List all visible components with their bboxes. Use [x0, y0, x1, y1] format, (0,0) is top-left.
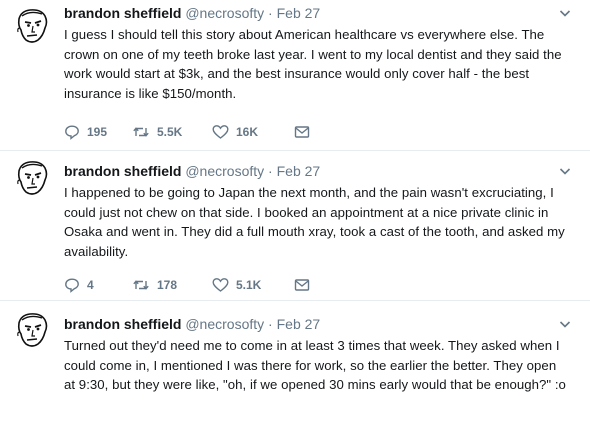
retweet-icon [133, 280, 149, 290]
retweet-button[interactable]: 5.5K [132, 124, 212, 140]
tweet[interactable]: brandon sheffield @necrosofty · Feb 27 I… [0, 150, 590, 301]
chevron-down-icon[interactable] [558, 317, 572, 331]
avatar[interactable] [12, 6, 52, 46]
tweet-header: brandon sheffield @necrosofty · Feb 27 [64, 315, 568, 333]
username-handle[interactable]: @necrosofty [185, 5, 264, 21]
tweet-timestamp[interactable]: Feb 27 [277, 163, 321, 179]
tweet-timestamp[interactable]: Feb 27 [277, 5, 321, 21]
tweet-header: brandon sheffield @necrosofty · Feb 27 [64, 4, 568, 22]
reply-icon [65, 278, 79, 293]
avatar[interactable] [12, 158, 52, 198]
username-handle[interactable]: @necrosofty [185, 163, 264, 179]
avatar[interactable] [12, 310, 52, 350]
display-name[interactable]: brandon sheffield [64, 163, 181, 179]
like-button[interactable]: 16K [212, 124, 294, 140]
tweet-thread: brandon sheffield @necrosofty · Feb 27 I… [0, 0, 590, 421]
username-handle[interactable]: @necrosofty [185, 316, 264, 332]
heart-icon [212, 125, 229, 139]
separator-dot: · [268, 5, 273, 21]
retweet-button[interactable]: 178 [132, 277, 212, 293]
reply-icon [65, 125, 79, 140]
tweet-timestamp[interactable]: Feb 27 [277, 316, 321, 332]
display-name[interactable]: brandon sheffield [64, 316, 181, 332]
direct-message-button[interactable] [294, 278, 317, 292]
separator-dot: · [268, 316, 273, 332]
heart-icon [212, 278, 229, 292]
direct-message-button[interactable] [294, 125, 317, 139]
tweet[interactable]: brandon sheffield @necrosofty · Feb 27 I… [0, 0, 590, 151]
retweet-icon [133, 127, 149, 137]
separator-dot: · [268, 163, 273, 179]
like-count: 16K [236, 125, 259, 139]
envelope-icon [294, 279, 310, 291]
chevron-down-icon[interactable] [558, 164, 572, 178]
tweet-text: I happened to be going to Japan the next… [64, 185, 565, 259]
tweet-actions: 195 5.5K 16K [64, 122, 317, 142]
tweet-text: Turned out they'd need me to come in at … [64, 338, 566, 393]
reply-button[interactable]: 4 [64, 277, 132, 293]
chevron-down-icon[interactable] [558, 6, 572, 20]
reply-count: 4 [87, 278, 94, 292]
tweet-actions: 4 178 5.1K [64, 275, 317, 295]
reply-button[interactable]: 195 [64, 124, 132, 140]
display-name[interactable]: brandon sheffield [64, 5, 181, 21]
reply-count: 195 [87, 125, 108, 139]
tweet-text: I guess I should tell this story about A… [64, 27, 562, 101]
tweet[interactable]: brandon sheffield @necrosofty · Feb 27 T… [0, 300, 590, 421]
envelope-icon [294, 126, 310, 138]
like-button[interactable]: 5.1K [212, 277, 294, 293]
retweet-count: 5.5K [157, 125, 183, 139]
tweet-header: brandon sheffield @necrosofty · Feb 27 [64, 162, 568, 180]
like-count: 5.1K [236, 278, 262, 292]
retweet-count: 178 [157, 278, 178, 292]
